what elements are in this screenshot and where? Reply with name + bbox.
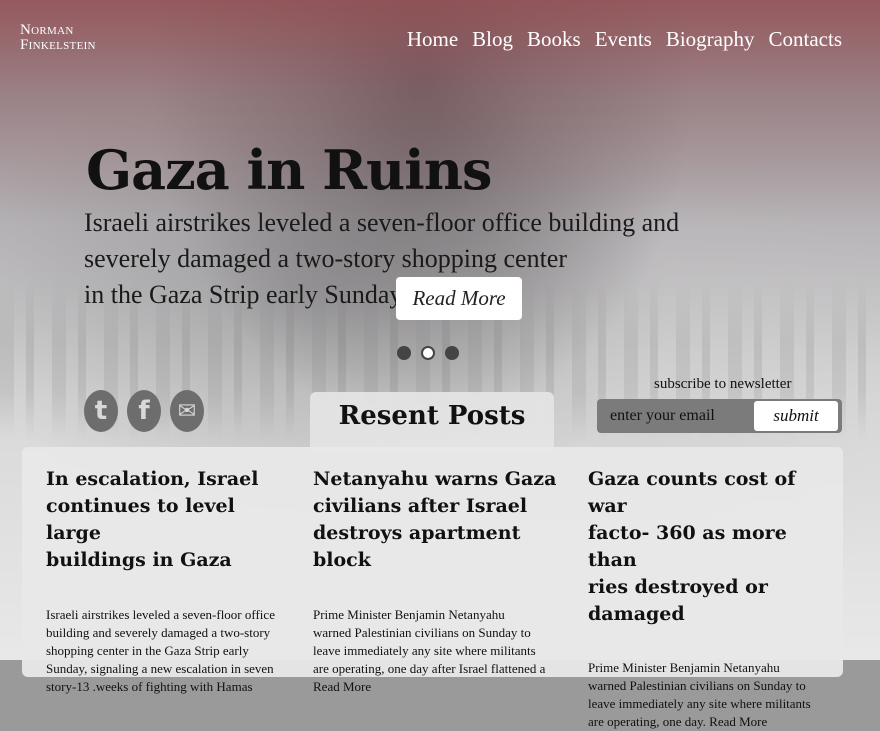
recent-posts-heading: Resent Posts — [338, 401, 526, 431]
post-excerpt-line: warned Palestinian civilians on Sunday t… — [588, 678, 806, 693]
post-title-line: buildings in Gaza — [46, 549, 232, 571]
post-title-line: facto- 360 as more than — [588, 522, 787, 571]
post-title-line: ries destroyed or — [588, 576, 768, 598]
post-excerpt-line: Sunday, signaling a new escalation in se… — [46, 661, 274, 676]
post-card[interactable]: In escalation, Israel continues to level… — [46, 466, 296, 696]
post-excerpt-line: leave immediately any site where militan… — [588, 696, 811, 711]
nav-biography[interactable]: Biography — [666, 27, 755, 52]
post-excerpt-line: Israeli airstrikes leveled a seven-floor… — [46, 607, 275, 622]
post-excerpt-line: are operating, one day after Israel flat… — [313, 661, 546, 676]
facebook-icon[interactable]: f — [127, 390, 161, 432]
post-title-line: Gaza counts cost of war — [588, 468, 796, 517]
nav-books[interactable]: Books — [527, 27, 581, 52]
post-excerpt: Prime Minister Benjamin Netanyahu warned… — [588, 659, 828, 731]
post-excerpt: Prime Minister Benjamin Netanyahu warned… — [313, 606, 573, 696]
logo-line-1: Norman — [20, 22, 74, 38]
post-read-more-link[interactable]: Read More — [313, 679, 371, 694]
post-excerpt-line: story-13 .weeks of fighting with Hamas — [46, 679, 253, 694]
post-title-line: damaged — [588, 603, 685, 625]
post-excerpt-line: are operating, one day. Read More — [588, 714, 768, 729]
post-title-line: civilians after Israel — [313, 495, 528, 517]
nav-home[interactable]: Home — [407, 27, 458, 52]
post-title[interactable]: Netanyahu warns Gaza civilians after Isr… — [313, 466, 573, 574]
twitter-icon[interactable]: t — [84, 390, 118, 432]
post-title-line: destroys apartment block — [313, 522, 521, 571]
carousel-dot-3[interactable] — [445, 346, 459, 360]
newsletter-email-input[interactable]: enter your email — [597, 399, 768, 433]
newsletter-form: enter your email submit — [597, 399, 842, 433]
nav-blog[interactable]: Blog — [472, 27, 513, 52]
post-title[interactable]: In escalation, Israel continues to level… — [46, 466, 296, 574]
nav-events[interactable]: Events — [595, 27, 652, 52]
nav-contacts[interactable]: Contacts — [769, 27, 843, 52]
carousel-dot-2[interactable] — [421, 346, 435, 360]
post-excerpt-line: building and severely damaged a two-stor… — [46, 625, 271, 640]
post-card[interactable]: Netanyahu warns Gaza civilians after Isr… — [313, 466, 573, 696]
post-excerpt-line: warned Palestinian civilians on Sunday t… — [313, 625, 531, 640]
newsletter-submit-button[interactable]: submit — [754, 401, 838, 431]
hero-summary-line: Israeli airstrikes leveled a seven-floor… — [84, 208, 680, 237]
post-excerpt-line: Prime Minister Benjamin Netanyahu — [313, 607, 505, 622]
post-excerpt-line: leave immediately any site where militan… — [313, 643, 536, 658]
post-excerpt-line: Prime Minister Benjamin Netanyahu — [588, 660, 780, 675]
hero-summary-line: severely damaged a two-story shopping ce… — [84, 244, 568, 273]
hero-summary: Israeli airstrikes leveled a seven-floor… — [84, 205, 680, 313]
carousel-indicators — [397, 346, 459, 360]
post-title-line: Netanyahu warns Gaza — [313, 468, 557, 490]
newsletter-label: subscribe to newsletter — [654, 376, 792, 392]
post-card[interactable]: Gaza counts cost of war facto- 360 as mo… — [588, 466, 828, 731]
post-excerpt-line: shopping center in the Gaza Strip early — [46, 643, 249, 658]
hero-title: Gaza in Ruins — [86, 138, 492, 202]
social-links: t f ✉ — [84, 390, 204, 432]
hero-read-more-button[interactable]: Read More — [396, 277, 522, 320]
main-nav: Home Blog Books Events Biography Contact… — [407, 27, 842, 52]
logo-line-2: Finkelstein — [20, 37, 96, 53]
email-icon[interactable]: ✉ — [170, 390, 204, 432]
post-title-line: In escalation, Israel — [46, 468, 259, 490]
hero-summary-line: in the Gaza Strip early Sunday. — [84, 280, 408, 309]
carousel-dot-1[interactable] — [397, 346, 411, 360]
site-logo[interactable]: Norman Finkelstein — [20, 23, 96, 53]
post-title[interactable]: Gaza counts cost of war facto- 360 as mo… — [588, 466, 828, 628]
post-excerpt: Israeli airstrikes leveled a seven-floor… — [46, 606, 296, 696]
post-title-line: continues to level large — [46, 495, 235, 544]
